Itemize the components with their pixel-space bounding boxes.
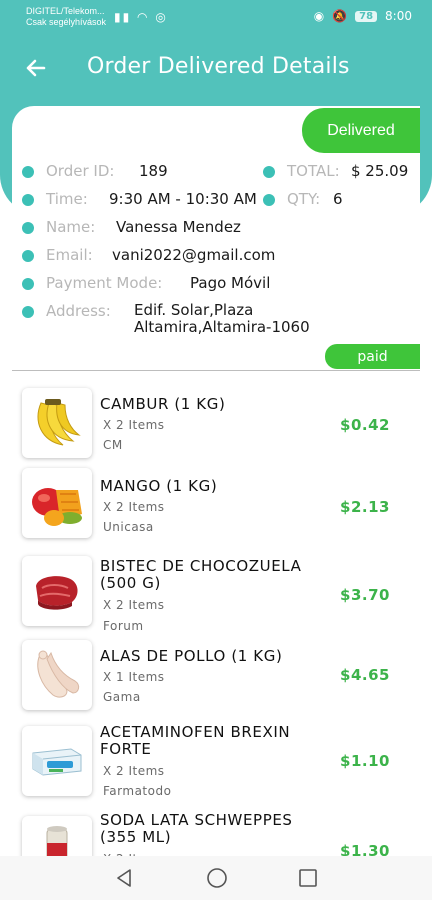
instagram-icon: ◎ [155,10,168,24]
time-value: 9:30 AM - 10:30 AM [109,190,257,208]
item-qty: X 1 Items [103,670,165,684]
item-name: BISTEC DE CHOCOZUELA (500 G) [100,557,302,592]
item-store: Farmatodo [103,784,172,798]
back-triangle-icon[interactable] [112,866,136,890]
status-bar: DIGITEL/Telekom... Csak segélyhívások ▮▮… [0,0,432,34]
item-name: MANGO (1 KG) [100,477,218,495]
order-id-label: Order ID: [46,162,115,180]
delivered-badge: Delivered [302,108,420,153]
item-name: ALAS DE POLLO (1 KG) [100,647,283,665]
back-arrow-icon[interactable] [20,52,52,84]
item-price: $4.65 [340,666,390,684]
list-item[interactable]: MANGO (1 KG) X 2 Items Unicasa $2.13 [12,468,420,544]
status-right: ◉ 🔕 78 8:00 [314,9,412,23]
item-qty: X 2 Items [103,764,165,778]
eye-icon: ◉ [313,9,325,23]
mango-image [22,468,92,538]
bullet-dot-icon [22,250,34,262]
item-store: Forum [103,619,144,633]
mute-icon: 🔕 [332,9,348,23]
signal-icons: ▮▮ ◠ ◎ [114,10,168,24]
order-card: Delivered Order ID: 189 TOTAL: $ 25.09 T… [12,106,420,866]
order-id-value: 189 [139,162,168,180]
payment-label: Payment Mode: [46,274,163,292]
item-store: Gama [103,690,141,704]
item-store: CM [103,438,123,452]
list-item[interactable]: BISTEC DE CHOCOZUELA (500 G) X 2 Items F… [12,548,420,634]
item-name: CAMBUR (1 KG) [100,395,226,413]
item-name: SODA LATA SCHWEPPES (355 ML) [100,811,293,846]
carrier-line-1: DIGITEL/Telekom... [26,6,105,16]
battery-icon: 78 [355,10,378,22]
payment-value: Pago Móvil [190,274,271,292]
paid-badge: paid [325,344,420,369]
address-label: Address: [46,302,111,320]
bullet-dot-icon [22,278,34,290]
item-price: $1.10 [340,752,390,770]
qty-value: 6 [333,190,343,208]
item-qty: X 2 Items [103,598,165,612]
list-item[interactable]: ACETAMINOFEN BREXIN FORTE X 2 Items Farm… [12,718,420,804]
signal-icon: ▮▮ [114,10,132,24]
item-qty: X 2 Items [103,500,165,514]
time-label: Time: [46,190,88,208]
wifi-icon: ◠ [137,10,150,24]
system-nav-bar [0,856,432,900]
address-value: Edif. Solar,Plaza Altamira,Altamira-1060 [134,301,310,336]
recents-square-icon[interactable] [296,866,320,890]
item-name: ACETAMINOFEN BREXIN FORTE [100,723,291,758]
clock: 8:00 [385,9,412,23]
app-bar: Order Delivered Details [0,44,432,92]
banana-image [22,388,92,458]
qty-label: QTY: [287,190,321,208]
item-price: $0.42 [340,416,390,434]
name-value: Vanessa Mendez [116,218,241,236]
carrier-info: DIGITEL/Telekom... Csak segélyhívások [26,6,106,28]
carrier-line-2: Csak segélyhívások [26,17,107,27]
item-qty: X 2 Items [103,418,165,432]
bullet-dot-icon [22,222,34,234]
total-label: TOTAL: [287,162,340,180]
medicine-box-image [22,726,92,796]
divider [12,370,420,371]
email-label: Email: [46,246,93,264]
list-item[interactable]: ALAS DE POLLO (1 KG) X 1 Items Gama $4.6… [12,638,420,714]
item-price: $3.70 [340,586,390,604]
bullet-dot-icon [263,194,275,206]
steak-image [22,556,92,626]
email-value: vani2022@gmail.com [112,246,276,264]
bullet-dot-icon [263,166,275,178]
chicken-image [22,640,92,710]
list-item[interactable]: CAMBUR (1 KG) X 2 Items CM $0.42 [12,386,420,462]
home-circle-icon[interactable] [205,866,229,890]
item-price: $2.13 [340,498,390,516]
bullet-dot-icon [22,166,34,178]
bullet-dot-icon [22,194,34,206]
bullet-dot-icon [22,306,34,318]
total-value: $ 25.09 [351,162,409,180]
name-label: Name: [46,218,96,236]
item-store: Unicasa [103,520,154,534]
page-title: Order Delivered Details [87,54,350,79]
